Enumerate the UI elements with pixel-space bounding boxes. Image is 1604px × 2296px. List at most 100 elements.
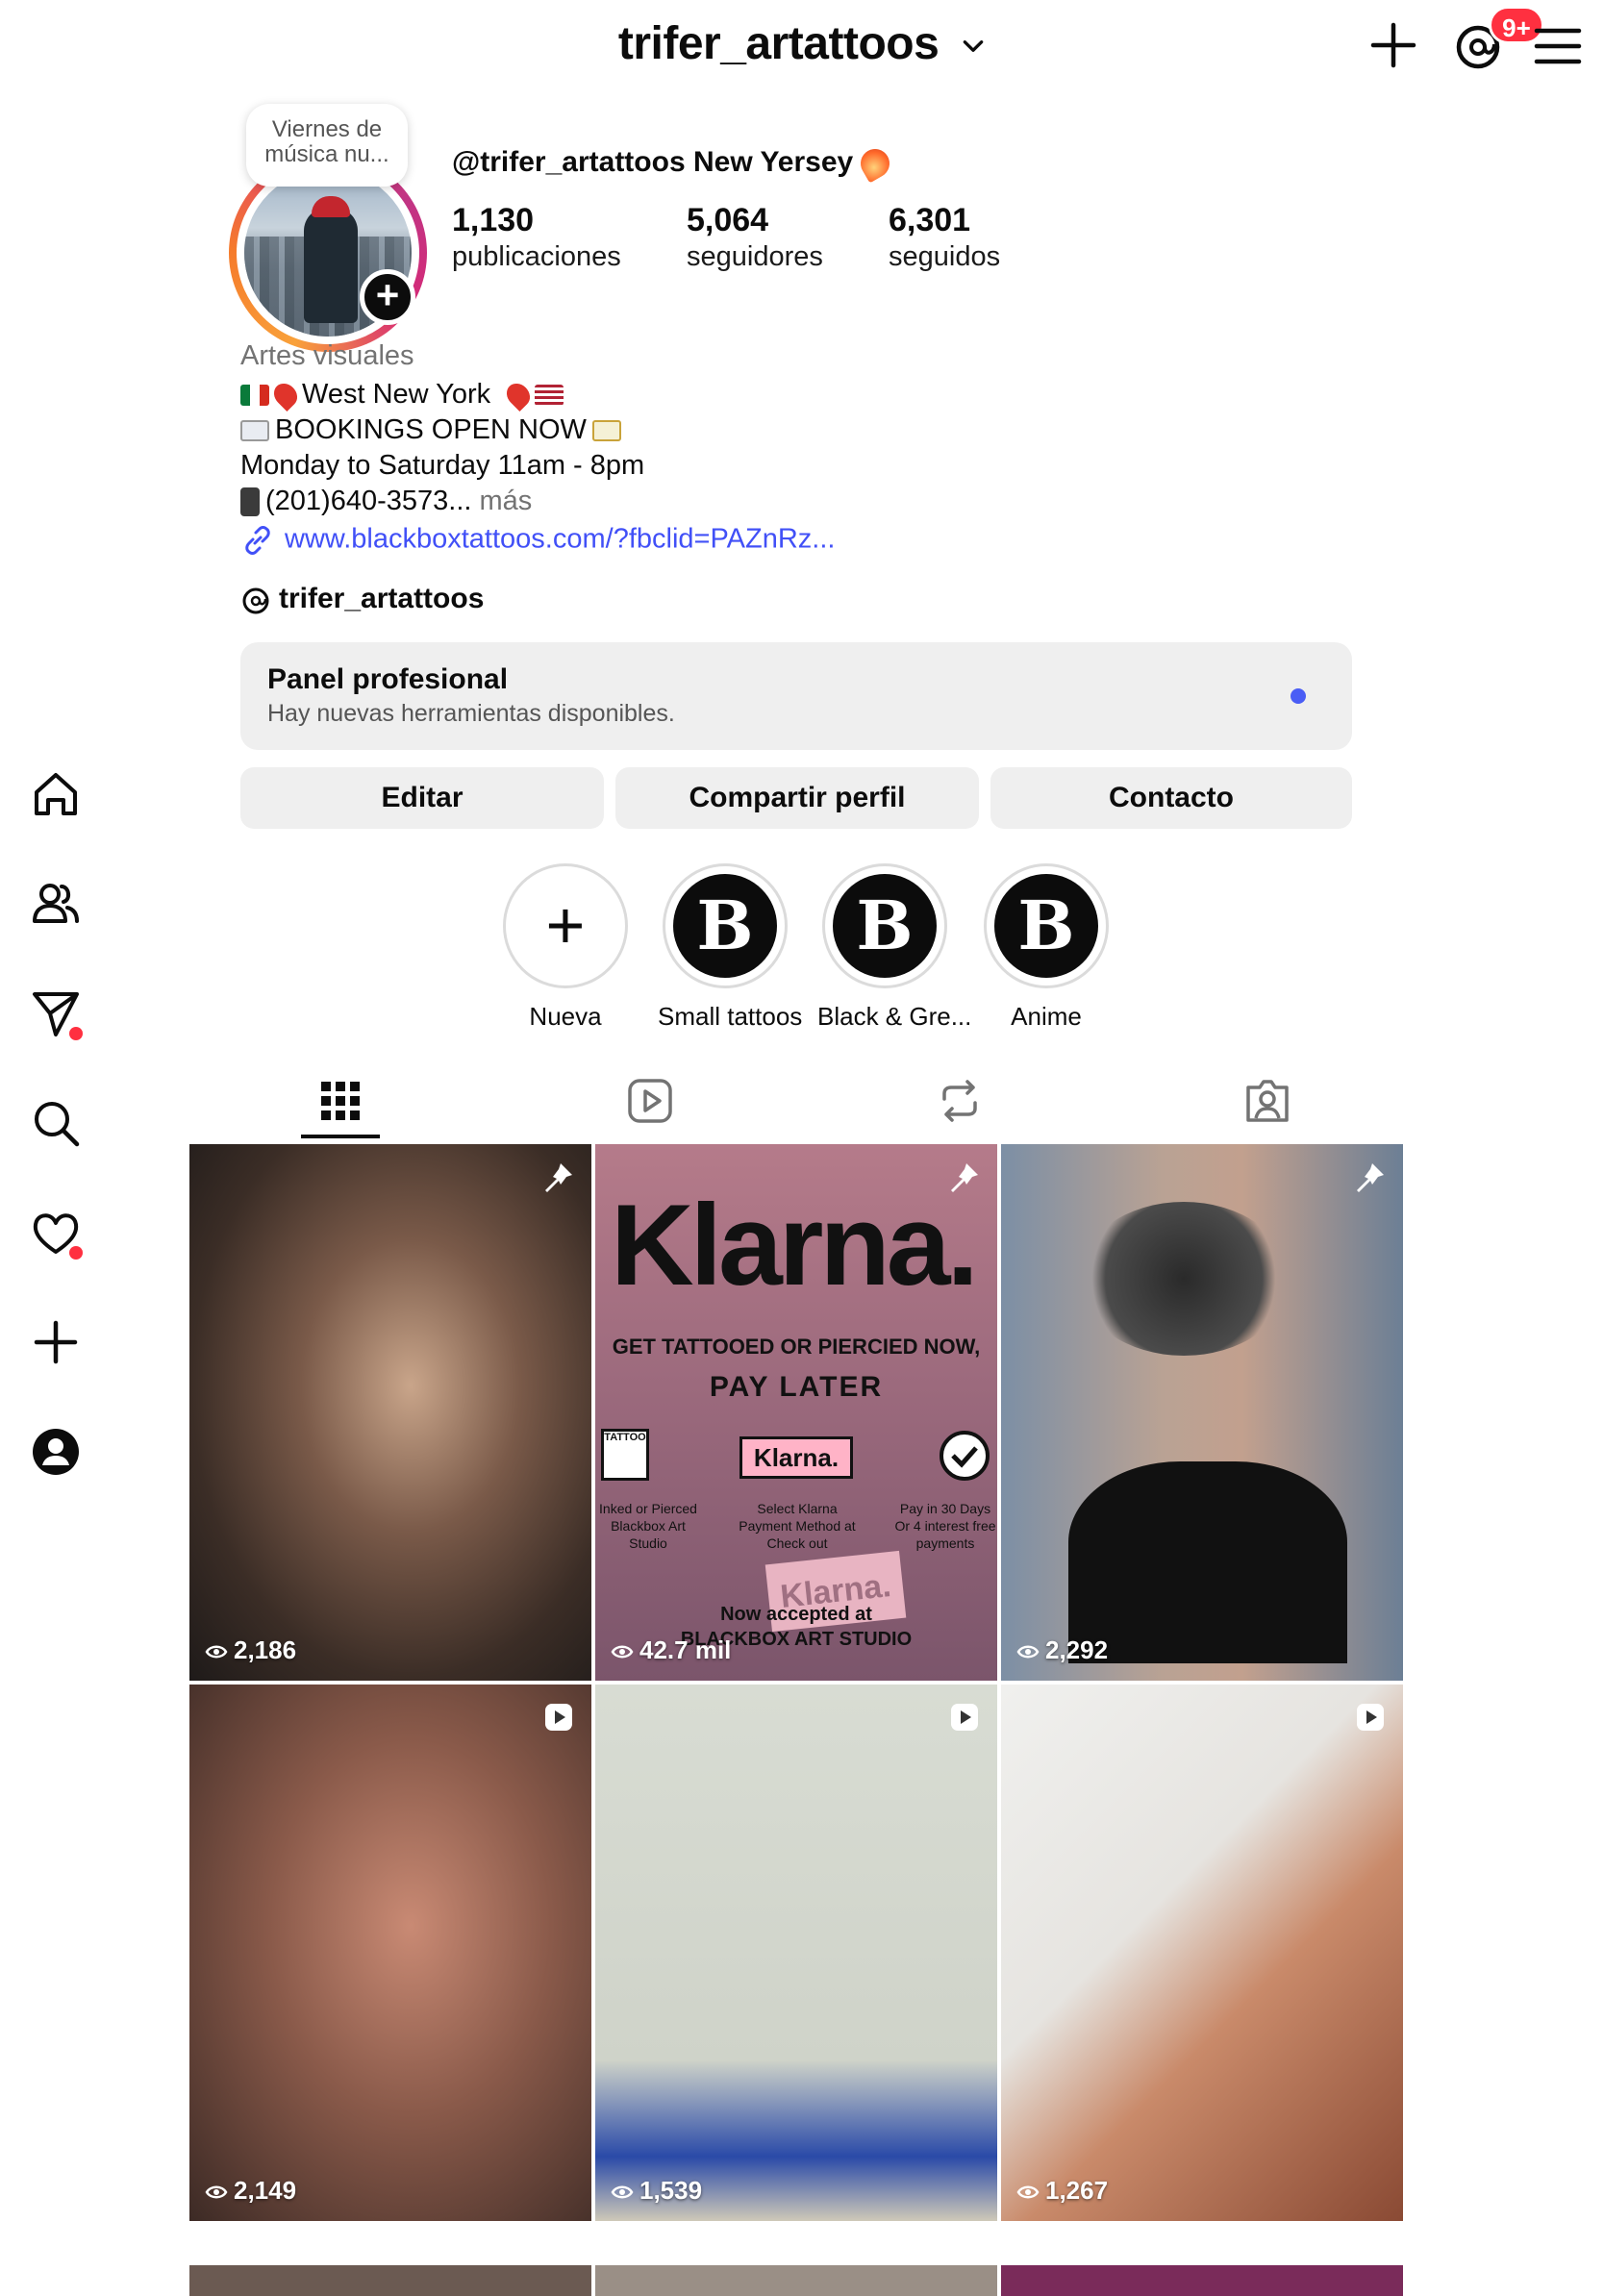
tagged-icon <box>1246 1080 1289 1122</box>
tab-tagged[interactable] <box>1229 1067 1306 1135</box>
add-story-button[interactable]: + <box>360 269 415 325</box>
eye-icon <box>611 1645 634 1659</box>
post-tile-partial[interactable] <box>1001 2265 1403 2296</box>
tab-posts[interactable] <box>302 1067 379 1135</box>
view-count: 2,292 <box>1016 1635 1108 1665</box>
eye-icon <box>205 1645 228 1659</box>
highlight-ring: B <box>663 863 788 988</box>
reel-icon <box>545 1704 572 1731</box>
highlight-black-grey[interactable]: B Black & Gre... <box>817 863 972 1032</box>
highlight-label: Nueva <box>529 1002 602 1031</box>
view-count: 1,539 <box>611 2176 702 2206</box>
share-profile-button[interactable]: Compartir perfil <box>615 767 979 829</box>
bio-line: (201)640-3573... más <box>240 484 644 519</box>
stat-value: 6,301 <box>889 202 971 238</box>
klarna-brand: Klarna. <box>611 1181 979 1310</box>
repost-icon <box>942 1080 977 1122</box>
view-count: 2,149 <box>205 2176 296 2206</box>
pin-icon <box>502 379 536 412</box>
link-text[interactable]: www.blackboxtattoos.com/?fbclid=PAZnRz..… <box>285 524 835 555</box>
klarna-step-text: Select Klarna Payment Method at Check ou… <box>739 1501 856 1551</box>
highlight-label: Black & Gre... <box>817 1002 972 1031</box>
memo-icon <box>591 420 621 442</box>
nav-create[interactable] <box>21 1308 90 1377</box>
username-title[interactable]: trifer_artattoos <box>618 18 940 69</box>
klarna-subheadline: PAY LATER <box>709 1371 884 1403</box>
contact-button[interactable]: Contacto <box>990 767 1352 829</box>
stat-following[interactable]: 6,301 seguidos <box>889 202 1000 273</box>
nav-people[interactable] <box>21 869 90 938</box>
threads-handle[interactable]: trifer_artattoos <box>279 583 484 614</box>
post-tile[interactable]: 2,186 <box>189 1144 591 1681</box>
post-tile-partial[interactable] <box>595 2265 997 2296</box>
threads-profile-link[interactable]: trifer_artattoos <box>240 583 484 615</box>
highlight-small-tattoos[interactable]: B Small tattoos <box>658 863 803 1032</box>
blackbox-logo-icon: B <box>833 874 937 978</box>
klarna-footer: Now accepted at <box>720 1604 872 1625</box>
view-count: 42.7 mil <box>611 1635 731 1665</box>
new-indicator-dot <box>1291 688 1306 704</box>
bio-line: Monday to Saturday 11am - 8pm <box>240 450 645 481</box>
top-bar: trifer_artattoos 9+ <box>0 0 1604 106</box>
bio-line: BOOKINGS OPEN NOW <box>240 412 644 448</box>
profile-icon <box>33 1429 79 1475</box>
post-tile[interactable]: 2,292 <box>1001 1144 1403 1681</box>
chevron-down-icon[interactable] <box>961 34 986 59</box>
pin-icon <box>545 1163 572 1192</box>
blackbox-logo-icon: B <box>994 874 1098 978</box>
envelope-icon <box>240 420 269 442</box>
note-bubble[interactable]: Viernes de música nu... <box>246 104 408 187</box>
display-name: @trifer_artattoos New Yersey <box>452 146 854 178</box>
post-tile-partial[interactable] <box>189 2265 591 2296</box>
nav-search[interactable] <box>21 1088 90 1158</box>
create-plus-icon[interactable] <box>1366 17 1421 73</box>
nav-messages[interactable] <box>21 979 90 1048</box>
reel-icon <box>1357 1704 1384 1731</box>
pin-icon <box>951 1163 978 1192</box>
tab-reposts[interactable] <box>921 1067 998 1135</box>
menu-icon[interactable] <box>1531 21 1585 71</box>
stat-label: seguidores <box>687 241 823 272</box>
post-tile[interactable]: 1,539 <box>595 1685 997 2221</box>
highlight-anime[interactable]: B Anime <box>979 863 1114 1032</box>
highlight-ring: + <box>503 863 628 988</box>
edit-profile-button[interactable]: Editar <box>240 767 604 829</box>
profile-link[interactable]: www.blackboxtattoos.com/?fbclid=PAZnRz..… <box>240 523 835 558</box>
home-icon <box>35 773 77 815</box>
bio-line: West New York <box>240 377 644 412</box>
account-switcher[interactable]: trifer_artattoos <box>0 17 1604 70</box>
klarna-badge: Klarna. <box>739 1436 853 1479</box>
plus-icon: + <box>545 887 586 962</box>
post-tile[interactable]: Klarna. GET TATTOOED OR PIERCIED NOW, PA… <box>595 1144 997 1681</box>
stat-label: seguidos <box>889 241 1001 272</box>
bio-more-link[interactable]: más <box>480 486 533 516</box>
highlight-label: Anime <box>1011 1002 1082 1031</box>
nav-notifications[interactable] <box>21 1198 90 1267</box>
tab-reels[interactable] <box>612 1067 689 1135</box>
panel-title: Panel profesional <box>267 663 509 695</box>
highlight-new[interactable]: + Nueva <box>498 863 633 1032</box>
klarna-headline: GET TATTOOED OR PIERCIED NOW, <box>612 1335 981 1359</box>
view-count: 1,267 <box>1016 2176 1108 2206</box>
stat-value: 5,064 <box>687 202 769 238</box>
plus-icon <box>34 1320 78 1364</box>
eye-icon <box>205 2185 228 2199</box>
pin-icon <box>1357 1163 1384 1192</box>
nav-home[interactable] <box>21 760 90 829</box>
klarna-step-text: Pay in 30 Days Or 4 interest free paymen… <box>894 1501 996 1551</box>
highlight-label: Small tattoos <box>658 1002 803 1031</box>
usa-flag-icon <box>535 385 564 407</box>
threads-logo-icon <box>242 587 269 614</box>
people-icon <box>33 884 79 923</box>
stat-followers[interactable]: 5,064 seguidores <box>687 202 823 273</box>
professional-dashboard[interactable]: Panel profesional Hay nuevas herramienta… <box>240 642 1352 750</box>
post-tile[interactable]: 2,149 <box>189 1685 591 2221</box>
notifications-dot <box>69 1246 83 1260</box>
stat-posts[interactable]: 1,130 publicaciones <box>452 202 621 273</box>
fire-emoji-icon <box>855 143 895 184</box>
nav-profile[interactable] <box>21 1417 90 1486</box>
stat-label: publicaciones <box>452 241 621 272</box>
avatar-person <box>304 208 358 323</box>
profile-category: Artes visuales <box>240 340 414 371</box>
post-tile[interactable]: 1,267 <box>1001 1685 1403 2221</box>
